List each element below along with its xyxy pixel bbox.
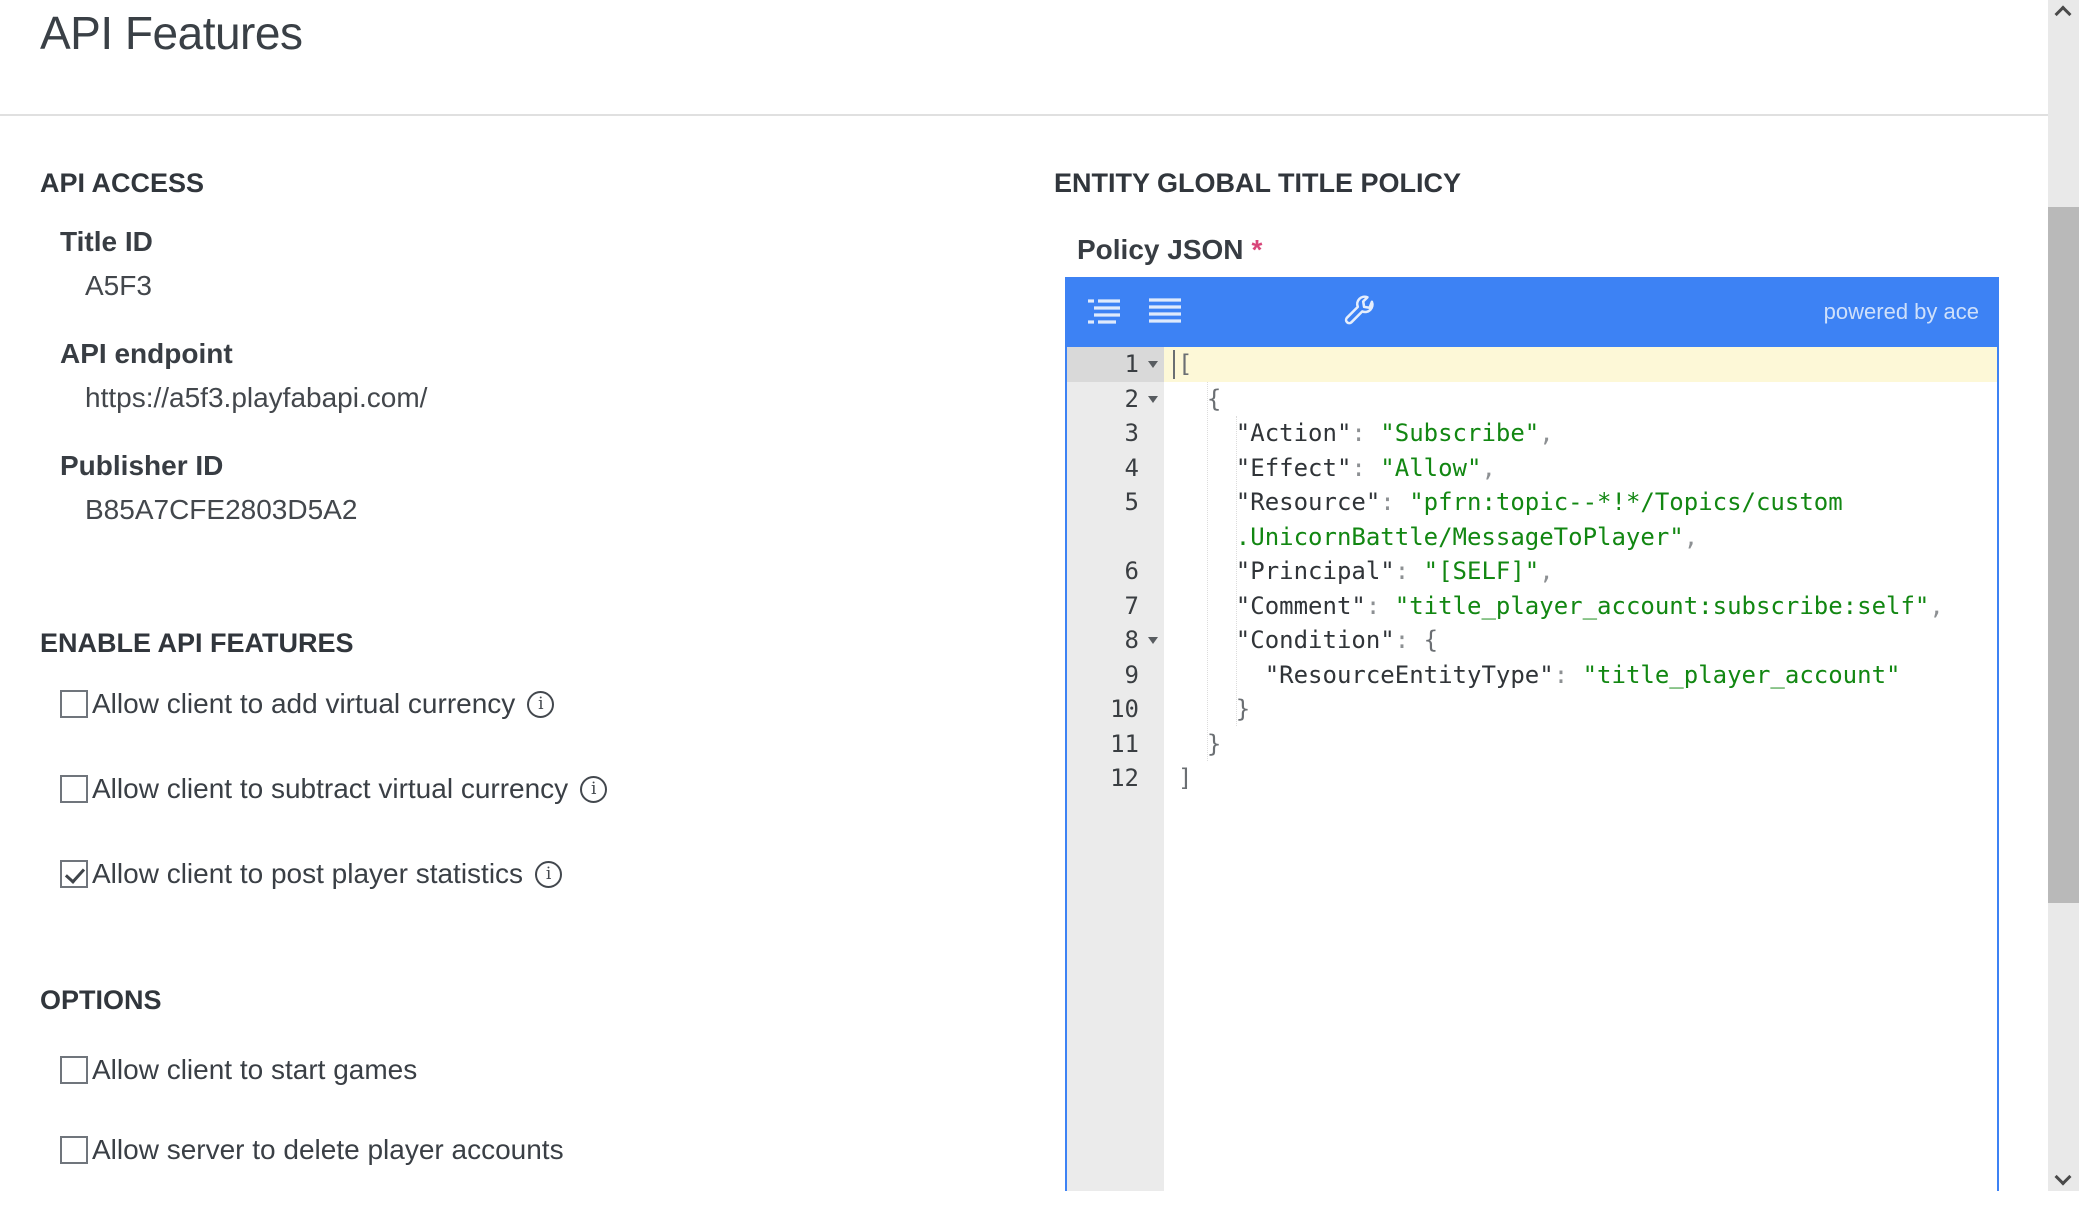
fold-arrow-icon[interactable] xyxy=(1148,361,1158,368)
policy-json-label-row: Policy JSON * xyxy=(1077,234,1262,266)
required-asterisk: * xyxy=(1251,234,1263,265)
gutter-line-number: 1 xyxy=(1067,347,1164,382)
code-line[interactable]: "Effect": "Allow", xyxy=(1164,451,1997,486)
api-access-field: Title ID A5F3 xyxy=(60,225,1000,303)
info-icon[interactable]: i xyxy=(580,775,608,803)
checkbox[interactable] xyxy=(60,775,88,803)
options-list: Allow client to start games Allow server… xyxy=(40,1053,1020,1167)
code-line[interactable]: } xyxy=(1164,727,1997,762)
gutter-line-number: 8 xyxy=(1067,623,1164,658)
section-options: OPTIONS Allow client to start games Allo… xyxy=(40,985,1020,1213)
field-value: https://a5f3.playfabapi.com/ xyxy=(85,382,428,413)
checkbox-label: Allow client to subtract virtual currenc… xyxy=(92,773,569,804)
gutter-line-number xyxy=(1067,520,1164,555)
scrollbar-thumb[interactable] xyxy=(2048,207,2079,903)
checkbox-row: Allow server to delete player accounts xyxy=(60,1133,1020,1167)
text-cursor xyxy=(1173,350,1175,379)
code-line[interactable]: "Resource": "pfrn:topic--*!*/Topics/cust… xyxy=(1164,485,1997,520)
scroll-up-icon[interactable] xyxy=(2054,5,2072,23)
fold-arrow-icon[interactable] xyxy=(1148,395,1158,403)
info-icon[interactable]: i xyxy=(527,690,555,718)
checkbox-row: Allow client to add virtual currency i xyxy=(60,687,1020,721)
gutter-line-number: 4 xyxy=(1124,453,1139,482)
gutter-line-number: 12 xyxy=(1110,764,1139,792)
info-icon[interactable]: i xyxy=(535,860,563,888)
fold-arrow-icon[interactable] xyxy=(1148,637,1158,644)
code-line[interactable]: "Condition": { xyxy=(1164,623,1997,658)
checkbox-label: Allow client to post player statistics xyxy=(92,858,524,889)
code-line[interactable]: .UnicornBattle/MessageToPlayer", xyxy=(1164,520,1997,555)
code-line[interactable]: "Comment": "title_player_account:subscri… xyxy=(1164,589,1997,624)
field-value: A5F3 xyxy=(85,270,152,301)
enable-api-features-list: Allow client to add virtual currency i A… xyxy=(40,687,1020,891)
section-enable-api-features: ENABLE API FEATURES Allow client to add … xyxy=(40,628,1020,942)
field-label: Title ID xyxy=(60,226,153,257)
enable-api-features-heading: ENABLE API FEATURES xyxy=(40,628,354,658)
api-access-heading: API ACCESS xyxy=(40,168,205,198)
code-line[interactable]: "Principal": "[SELF]", xyxy=(1164,554,1997,589)
checkbox-row: Allow client to post player statistics i xyxy=(60,857,1020,891)
gutter-line-number: 2 xyxy=(1067,382,1164,417)
api-access-fields: Title ID A5F3 API endpoint https://a5f3.… xyxy=(40,225,1000,527)
api-access-field: API endpoint https://a5f3.playfabapi.com… xyxy=(60,337,1000,415)
json-editor[interactable]: powered by ace 1 2 3 4 5 6 7 8 9 10 11 12 [ { "Acti… xyxy=(1065,277,1999,1191)
format-lines-icon[interactable] xyxy=(1149,295,1181,329)
field-value: B85A7CFE2803D5A2 xyxy=(85,494,358,525)
page-title: API Features xyxy=(40,7,303,59)
gutter-line-number: 6 xyxy=(1124,557,1139,585)
code-line[interactable]: { xyxy=(1164,382,1997,417)
entity-policy-heading: ENTITY GLOBAL TITLE POLICY xyxy=(1054,168,1462,198)
code-line[interactable]: ] xyxy=(1164,761,1997,796)
gutter-line-number: 10 xyxy=(1110,695,1139,723)
checkbox[interactable] xyxy=(60,860,88,888)
gutter-line-number: 7 xyxy=(1124,591,1139,620)
code-line[interactable]: } xyxy=(1164,692,1997,727)
editor-gutter[interactable]: 1 2 3 4 5 6 7 8 9 10 11 12 xyxy=(1067,347,1164,1191)
options-heading: OPTIONS xyxy=(40,985,162,1015)
auto-format-icon[interactable] xyxy=(1087,295,1121,329)
checkbox[interactable] xyxy=(60,1056,88,1084)
checkbox-row: Allow client to subtract virtual currenc… xyxy=(60,772,1020,806)
checkbox[interactable] xyxy=(60,1136,88,1164)
gutter-line-number: 11 xyxy=(1110,729,1139,758)
checkbox-row: Allow client to start games xyxy=(60,1053,1020,1087)
gutter-line-number: 9 xyxy=(1124,660,1139,689)
code-line[interactable]: "Action": "Subscribe", xyxy=(1164,416,1997,451)
editor-toolbar: powered by ace xyxy=(1067,277,1997,347)
gutter-line-number: 3 xyxy=(1124,419,1139,447)
api-access-field: Publisher ID B85A7CFE2803D5A2 xyxy=(60,449,1000,527)
page-scrollbar[interactable] xyxy=(2048,0,2079,1191)
field-label: API endpoint xyxy=(60,338,233,369)
checkbox-label: Allow server to delete player accounts xyxy=(92,1134,564,1165)
checkbox-label: Allow client to start games xyxy=(92,1054,418,1085)
editor-body[interactable]: 1 2 3 4 5 6 7 8 9 10 11 12 [ { "Action": "Subscribe… xyxy=(1067,347,1997,1191)
powered-by-ace-label: powered by ace xyxy=(1823,299,1979,324)
checkbox[interactable] xyxy=(60,690,88,718)
policy-json-label: Policy JSON xyxy=(1077,234,1244,265)
code-line-active[interactable]: [ xyxy=(1164,347,1997,382)
editor-code[interactable]: [ { "Action": "Subscribe", "Effect": "Al… xyxy=(1164,347,1997,1191)
header-divider xyxy=(0,114,2048,116)
section-api-access: API ACCESS Title ID A5F3 API endpoint ht… xyxy=(40,168,1000,561)
gutter-line-number: 5 xyxy=(1124,488,1139,516)
wrench-icon[interactable] xyxy=(1341,295,1377,329)
field-label: Publisher ID xyxy=(60,450,224,481)
checkbox-label: Allow client to add virtual currency xyxy=(92,688,516,719)
scroll-down-icon[interactable] xyxy=(2054,1168,2072,1186)
code-line[interactable]: "ResourceEntityType": "title_player_acco… xyxy=(1164,658,1997,693)
